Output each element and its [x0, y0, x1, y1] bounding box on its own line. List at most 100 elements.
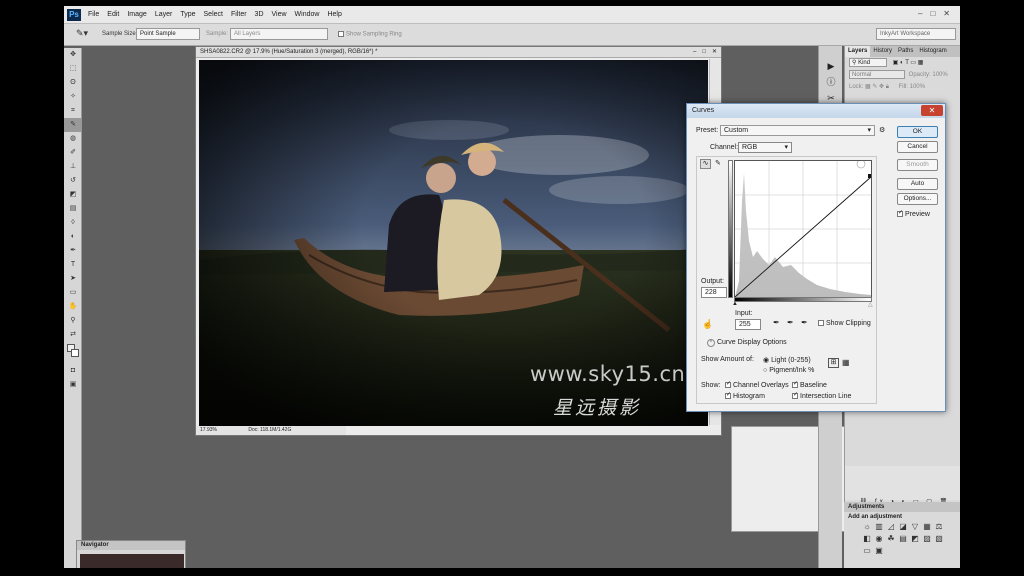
close-icon[interactable]: ✕	[943, 9, 950, 18]
light-option[interactable]: ◉ Light (0-255)	[763, 356, 811, 364]
menu-image[interactable]: Image	[127, 11, 146, 18]
color-balance-icon[interactable]: ⚖	[934, 522, 944, 532]
options-button[interactable]: Options...	[897, 193, 938, 205]
eyedropper-tool-icon[interactable]: ✎▾	[76, 28, 88, 39]
show-sampling-ring-option[interactable]: Show Sampling Ring	[338, 31, 402, 38]
navigator-thumbnail[interactable]	[80, 554, 184, 568]
quick-select-tool-icon[interactable]: ✧	[64, 90, 82, 104]
preset-select[interactable]: Custom ▾	[720, 125, 875, 136]
minimize-icon[interactable]: –	[918, 9, 922, 18]
intersection-line-checkbox[interactable]	[792, 391, 798, 400]
detailed-grid-icon[interactable]: ▦	[842, 358, 850, 367]
sample-select[interactable]: All Layers	[230, 28, 328, 40]
doc-maximize-icon[interactable]: □	[702, 47, 706, 58]
simple-grid-icon[interactable]: ⊞	[828, 358, 839, 368]
input-field[interactable]: 255	[735, 319, 761, 330]
history-brush-tool-icon[interactable]: ↺	[64, 174, 82, 188]
doc-size-info[interactable]: Doc: 118.1M/1.42G	[248, 427, 291, 433]
color-swatches[interactable]	[64, 342, 82, 364]
screen-mode-icon[interactable]: ▣	[64, 378, 82, 392]
lasso-tool-icon[interactable]: ʘ	[64, 76, 82, 90]
curves-graph[interactable]	[734, 159, 872, 298]
histogram-option[interactable]: Histogram	[725, 391, 765, 400]
histogram-checkbox[interactable]	[725, 391, 731, 400]
lock-icons[interactable]: ▦ ✎ ✥ 🔒︎	[865, 84, 889, 90]
info-icon[interactable]: ⓘ	[819, 74, 843, 90]
menu-edit[interactable]: Edit	[107, 11, 119, 18]
white-eyedropper-icon[interactable]: ✒	[801, 318, 808, 327]
doc-minimize-icon[interactable]: –	[693, 47, 696, 58]
cancel-button[interactable]: Cancel	[897, 141, 938, 153]
zoom-level[interactable]: 17.93%	[200, 427, 217, 433]
menu-help[interactable]: Help	[327, 11, 341, 18]
tab-histogram[interactable]: Histogram	[916, 46, 949, 57]
pen-tool-icon[interactable]: ✒	[64, 244, 82, 258]
intersection-line-option[interactable]: Intersection Line	[792, 391, 851, 400]
preview-option[interactable]: Preview	[897, 209, 930, 218]
preset-options-icon[interactable]: ⚙	[879, 126, 885, 134]
selective-color-icon[interactable]: ▣	[874, 546, 884, 556]
path-select-tool-icon[interactable]: ➤	[64, 272, 82, 286]
zoom-tool-icon[interactable]: ⚲	[64, 314, 82, 328]
photo-filter-icon[interactable]: ◉	[874, 534, 884, 544]
document-tab[interactable]: SHSA0822.CR2 @ 17.9% (Hue/Saturation 3 (…	[196, 47, 721, 58]
shape-tool-icon[interactable]: ▭	[64, 286, 82, 300]
channel-overlays-checkbox[interactable]	[725, 380, 731, 389]
channel-overlays-option[interactable]: Channel Overlays	[725, 380, 789, 389]
tab-history[interactable]: History	[870, 46, 895, 57]
show-sampling-ring-checkbox[interactable]	[338, 31, 344, 37]
curve-point-tool-icon[interactable]: ∿	[700, 159, 711, 169]
target-adjust-icon[interactable]: ☝	[702, 319, 713, 330]
black-white-icon[interactable]: ◧	[862, 534, 872, 544]
blur-tool-icon[interactable]: ◊	[64, 216, 82, 230]
clone-stamp-tool-icon[interactable]: ⊥	[64, 160, 82, 174]
dodge-tool-icon[interactable]: ◐	[64, 230, 82, 244]
blend-mode-select[interactable]: Normal	[849, 70, 905, 79]
channel-select[interactable]: RGB ▾	[738, 142, 792, 153]
hue-saturation-icon[interactable]: ▦	[922, 522, 932, 532]
doc-close-icon[interactable]: ✕	[712, 47, 717, 58]
fill-value[interactable]: 100%	[910, 84, 925, 90]
baseline-option[interactable]: Baseline	[792, 380, 827, 389]
invert-icon[interactable]: ◩	[910, 534, 920, 544]
dialog-close-icon[interactable]: ✕	[921, 105, 943, 116]
auto-button[interactable]: Auto	[897, 178, 938, 190]
curves-icon[interactable]: ◿	[886, 522, 896, 532]
tab-layers[interactable]: Layers	[845, 46, 871, 57]
play-icon[interactable]: ▶	[819, 58, 843, 74]
menu-view[interactable]: View	[272, 11, 287, 18]
threshold-icon[interactable]: ▧	[934, 534, 944, 544]
black-eyedropper-icon[interactable]: ✒	[773, 318, 780, 327]
kind-filter-select[interactable]: ⚲ Kind	[849, 58, 887, 67]
white-point-slider-icon[interactable]: △	[868, 301, 873, 308]
levels-icon[interactable]: ▥	[874, 522, 884, 532]
type-tool-icon[interactable]: T	[64, 258, 82, 272]
opacity-value[interactable]: 100%	[932, 72, 947, 78]
show-clipping-checkbox[interactable]	[818, 320, 824, 327]
menu-select[interactable]: Select	[204, 11, 223, 18]
swap-colors-icon[interactable]: ⇄	[64, 328, 82, 342]
menu-filter[interactable]: Filter	[231, 11, 247, 18]
smooth-button[interactable]: Smooth	[897, 159, 938, 171]
navigator-title[interactable]: Navigator	[77, 541, 185, 550]
vibrance-icon[interactable]: ▽	[910, 522, 920, 532]
gradient-map-icon[interactable]: ▭	[862, 546, 872, 556]
menu-window[interactable]: Window	[295, 11, 320, 18]
tab-paths[interactable]: Paths	[895, 46, 916, 57]
gradient-tool-icon[interactable]: ▤	[64, 202, 82, 216]
ok-button[interactable]: OK	[897, 126, 938, 138]
background-color-swatch[interactable]	[71, 349, 79, 357]
show-clipping-option[interactable]: Show Clipping	[818, 320, 871, 327]
curves-dialog-titlebar[interactable]: Curves ✕	[687, 104, 945, 118]
filter-icons[interactable]: ▣ ◐ T ▭ ▦	[893, 60, 924, 66]
healing-brush-tool-icon[interactable]: ◍	[64, 132, 82, 146]
pigment-option[interactable]: ○ Pigment/Ink %	[763, 367, 814, 374]
menu-file[interactable]: File	[88, 11, 99, 18]
baseline-checkbox[interactable]	[792, 380, 798, 389]
hand-tool-icon[interactable]: ✋	[64, 300, 82, 314]
pencil-icon[interactable]: ✎	[715, 159, 721, 167]
brightness-icon[interactable]: ☼	[862, 522, 872, 532]
black-point-slider-icon[interactable]: ▲	[732, 301, 738, 307]
color-lookup-icon[interactable]: ▤	[898, 534, 908, 544]
channel-mixer-icon[interactable]: ☘	[886, 534, 896, 544]
